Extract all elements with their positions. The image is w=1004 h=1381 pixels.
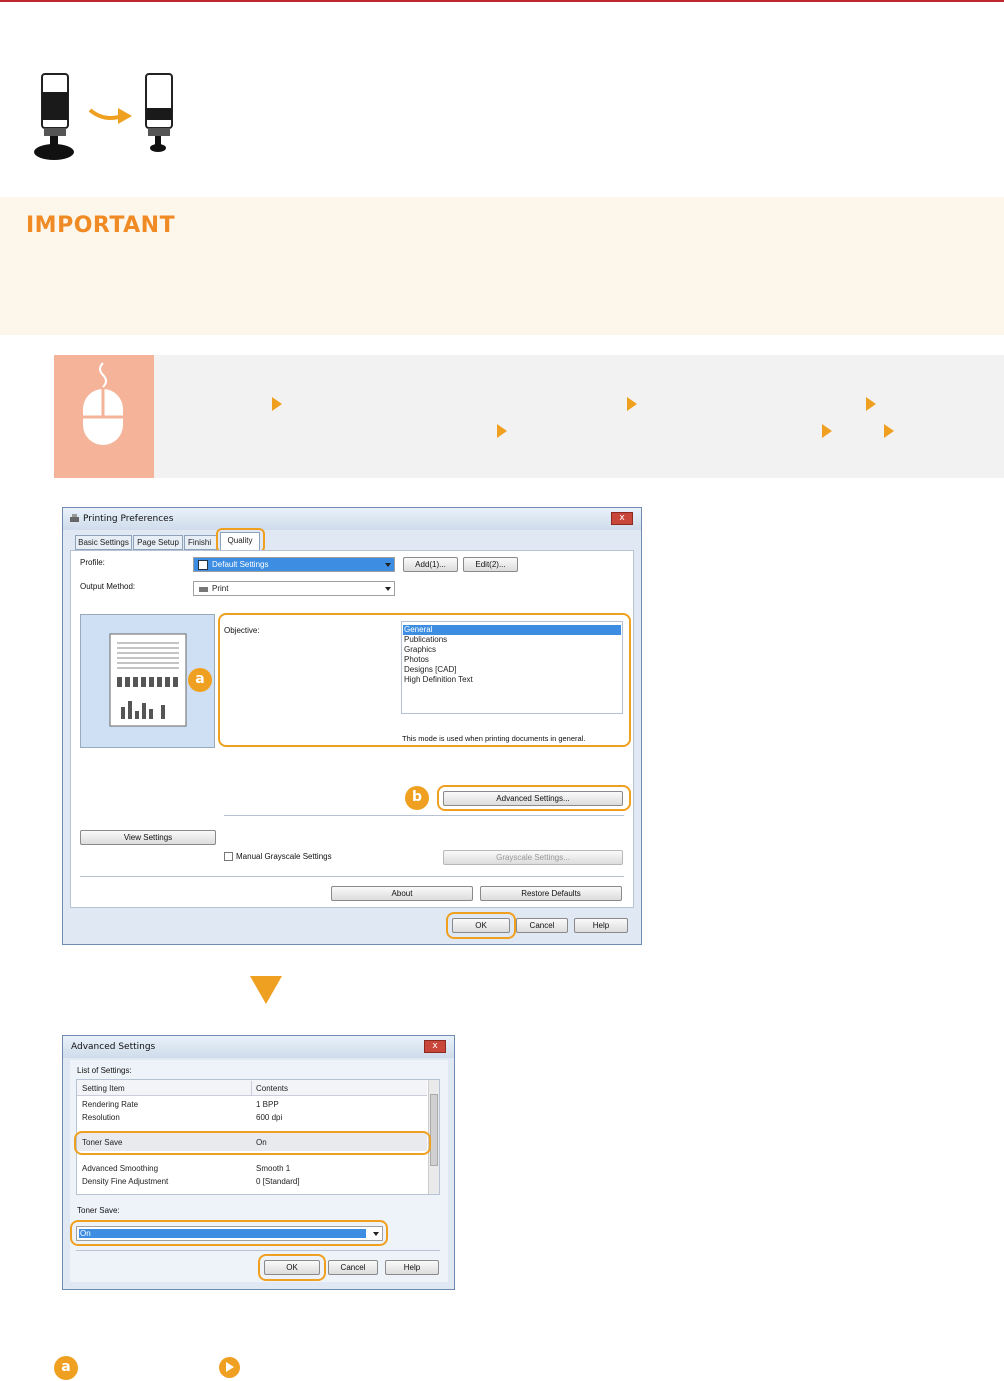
advanced-help-button[interactable]: Help	[385, 1260, 439, 1275]
profile-icon	[198, 560, 208, 570]
toner-save-label: Toner Save:	[77, 1206, 120, 1215]
chevron-down-icon	[385, 563, 391, 567]
restore-defaults-button[interactable]: Restore Defaults	[480, 886, 622, 901]
close-button[interactable]: x	[424, 1040, 446, 1053]
objective-highlight	[218, 613, 631, 747]
window-title: Printing Preferences	[83, 514, 174, 524]
breadcrumb-arrow-icon	[866, 397, 876, 411]
advanced-ok-highlight	[258, 1254, 326, 1281]
view-settings-button[interactable]: View Settings	[80, 830, 216, 845]
breadcrumb-arrow-icon	[884, 424, 894, 438]
setting-row-value: 1 BPP	[256, 1100, 279, 1109]
page-preview-thumbnail	[109, 633, 187, 727]
setting-row-item[interactable]: Resolution	[82, 1113, 120, 1122]
top-rule	[0, 0, 1004, 2]
about-button[interactable]: About	[331, 886, 473, 901]
tab-basic-settings[interactable]: Basic Settings	[75, 535, 132, 550]
add-profile-button[interactable]: Add(1)...	[403, 557, 458, 572]
window-titlebar: Advanced Settings x	[63, 1036, 454, 1058]
tab-finishing[interactable]: Finishi	[184, 535, 217, 550]
printer-icon	[199, 587, 208, 592]
column-divider	[251, 1081, 252, 1095]
tab-page-setup[interactable]: Page Setup	[133, 535, 183, 550]
ok-button-highlight	[446, 912, 516, 939]
setting-row-value: 600 dpi	[256, 1113, 283, 1122]
down-triangle-icon	[250, 976, 282, 1004]
toner-save-row-highlight	[74, 1131, 431, 1155]
separator	[80, 876, 624, 877]
callout-badge-a: a	[188, 668, 212, 692]
printer-icon	[70, 514, 79, 522]
profile-value: Default Settings	[212, 560, 269, 569]
edit-profile-button[interactable]: Edit(2)...	[463, 557, 518, 572]
operation-icon-box	[54, 355, 154, 478]
list-of-settings-label: List of Settings:	[77, 1066, 132, 1075]
manual-grayscale-label: Manual Grayscale Settings	[236, 852, 332, 861]
close-button[interactable]: x	[611, 512, 633, 525]
scrollbar-thumb[interactable]	[430, 1094, 438, 1166]
grayscale-settings-button[interactable]: Grayscale Settings...	[443, 850, 623, 865]
output-method-select[interactable]: Print	[193, 581, 395, 596]
setting-row-value: Smooth 1	[256, 1164, 291, 1173]
output-method-value: Print	[212, 584, 229, 593]
link-arrow-icon[interactable]	[219, 1357, 240, 1378]
advanced-cancel-button[interactable]: Cancel	[328, 1260, 378, 1275]
chevron-down-icon	[385, 587, 391, 591]
window-title: Advanced Settings	[71, 1042, 156, 1052]
advanced-settings-highlight	[437, 785, 631, 811]
important-title: IMPORTANT	[26, 213, 176, 238]
window-titlebar: Printing Preferences x	[63, 508, 641, 530]
setting-row-item[interactable]: Density Fine Adjustment	[82, 1177, 168, 1186]
setting-row-value: 0 [Standard]	[256, 1177, 300, 1186]
help-button[interactable]: Help	[574, 918, 628, 933]
footer-badge-a: a	[54, 1356, 78, 1380]
setting-row-item[interactable]: Advanced Smoothing	[82, 1164, 158, 1173]
separator	[224, 815, 624, 816]
callout-badge-b: b	[405, 786, 429, 810]
setting-row-item[interactable]: Rendering Rate	[82, 1100, 138, 1109]
separator	[76, 1250, 440, 1251]
toner-save-select-highlight	[70, 1220, 388, 1246]
breadcrumb-arrow-icon	[822, 424, 832, 438]
operation-path-box	[54, 355, 1004, 478]
output-method-label: Output Method:	[80, 582, 136, 591]
profile-label: Profile:	[80, 558, 105, 567]
settings-list-header	[77, 1080, 427, 1096]
breadcrumb-arrow-icon	[272, 397, 282, 411]
column-header-contents[interactable]: Contents	[256, 1084, 288, 1093]
breadcrumb-arrow-icon	[497, 424, 507, 438]
profile-select[interactable]: Default Settings	[193, 557, 395, 572]
column-header-setting-item[interactable]: Setting Item	[82, 1084, 125, 1093]
breadcrumb-arrow-icon	[627, 397, 637, 411]
cancel-button[interactable]: Cancel	[516, 918, 568, 933]
manual-grayscale-checkbox[interactable]	[224, 852, 233, 861]
arrow-right-icon	[88, 108, 132, 124]
mouse-icon	[83, 362, 123, 445]
